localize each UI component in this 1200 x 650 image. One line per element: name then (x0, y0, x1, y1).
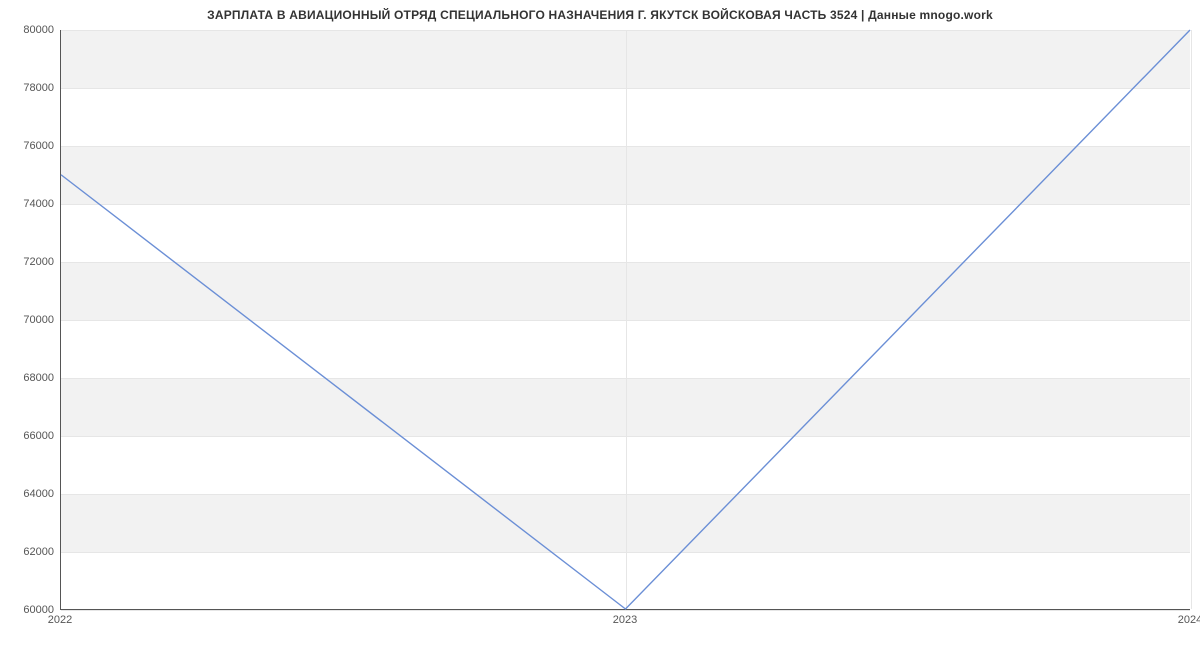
x-tick-label: 2022 (48, 614, 72, 626)
y-tick-label: 60000 (4, 604, 54, 616)
v-gridline (1191, 30, 1192, 609)
y-tick-label: 68000 (4, 372, 54, 384)
y-tick-label: 78000 (4, 82, 54, 94)
y-tick-label: 72000 (4, 256, 54, 268)
y-tick-label: 70000 (4, 314, 54, 326)
h-gridline (61, 610, 1190, 611)
x-tick-label: 2023 (613, 614, 637, 626)
y-tick-label: 80000 (4, 24, 54, 36)
plot-area (60, 30, 1190, 610)
y-tick-label: 74000 (4, 198, 54, 210)
y-tick-label: 64000 (4, 488, 54, 500)
data-line (61, 30, 1190, 609)
y-tick-label: 76000 (4, 140, 54, 152)
y-tick-label: 66000 (4, 430, 54, 442)
x-tick-label: 2024 (1178, 614, 1200, 626)
y-tick-label: 62000 (4, 546, 54, 558)
salary-line-chart: ЗАРПЛАТА В АВИАЦИОННЫЙ ОТРЯД СПЕЦИАЛЬНОГ… (0, 0, 1200, 650)
chart-title: ЗАРПЛАТА В АВИАЦИОННЫЙ ОТРЯД СПЕЦИАЛЬНОГ… (0, 8, 1200, 22)
